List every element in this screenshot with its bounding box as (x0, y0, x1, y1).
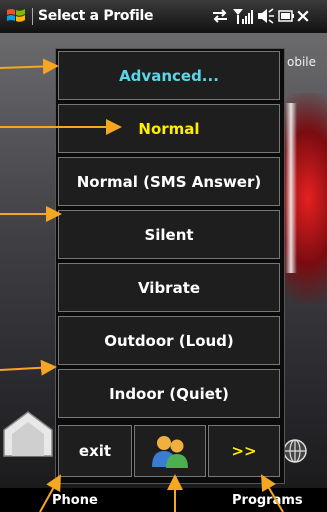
title-bar: Select a Profile × (0, 0, 327, 33)
profile-label: Normal (SMS Answer) (76, 172, 262, 191)
profile-advanced[interactable]: Advanced... (58, 51, 280, 100)
close-icon[interactable]: × (295, 5, 311, 27)
contacts-button[interactable] (134, 425, 206, 477)
profile-menu: Advanced... Normal Normal (SMS Answer) S… (55, 48, 285, 484)
contacts-icon (152, 436, 188, 468)
globe-icon[interactable] (282, 438, 308, 464)
more-label: >> (231, 442, 257, 460)
softkey-programs[interactable]: Programs (232, 493, 303, 508)
profile-normal-sms-answer[interactable]: Normal (SMS Answer) (58, 157, 280, 206)
profile-outdoor-loud[interactable]: Outdoor (Loud) (58, 316, 280, 365)
background-light-ray (285, 103, 297, 273)
profile-vibrate[interactable]: Vibrate (58, 263, 280, 312)
connectivity-icon[interactable] (210, 7, 230, 25)
title-separator (32, 8, 33, 25)
home-icon (3, 411, 53, 457)
softkey-phone[interactable]: Phone (52, 493, 98, 508)
profile-label: Vibrate (137, 278, 201, 297)
background-partial-text: obile (287, 55, 317, 69)
profile-label: Silent (144, 225, 194, 244)
profile-label: Indoor (Quiet) (109, 384, 229, 403)
signal-icon[interactable] (232, 7, 254, 25)
exit-button[interactable]: exit (58, 425, 132, 477)
volume-icon[interactable] (257, 7, 275, 25)
page-title: Select a Profile (38, 8, 154, 24)
profile-label: Outdoor (Loud) (104, 331, 234, 350)
profile-label: Normal (138, 119, 200, 138)
profile-normal[interactable]: Normal (58, 104, 280, 153)
exit-label: exit (78, 442, 112, 460)
profile-indoor-quiet[interactable]: Indoor (Quiet) (58, 369, 280, 418)
profile-label: Advanced... (119, 66, 219, 85)
battery-icon[interactable] (278, 7, 294, 25)
profile-silent[interactable]: Silent (58, 210, 280, 259)
more-button[interactable]: >> (208, 425, 280, 477)
windows-logo-icon[interactable] (5, 4, 29, 28)
